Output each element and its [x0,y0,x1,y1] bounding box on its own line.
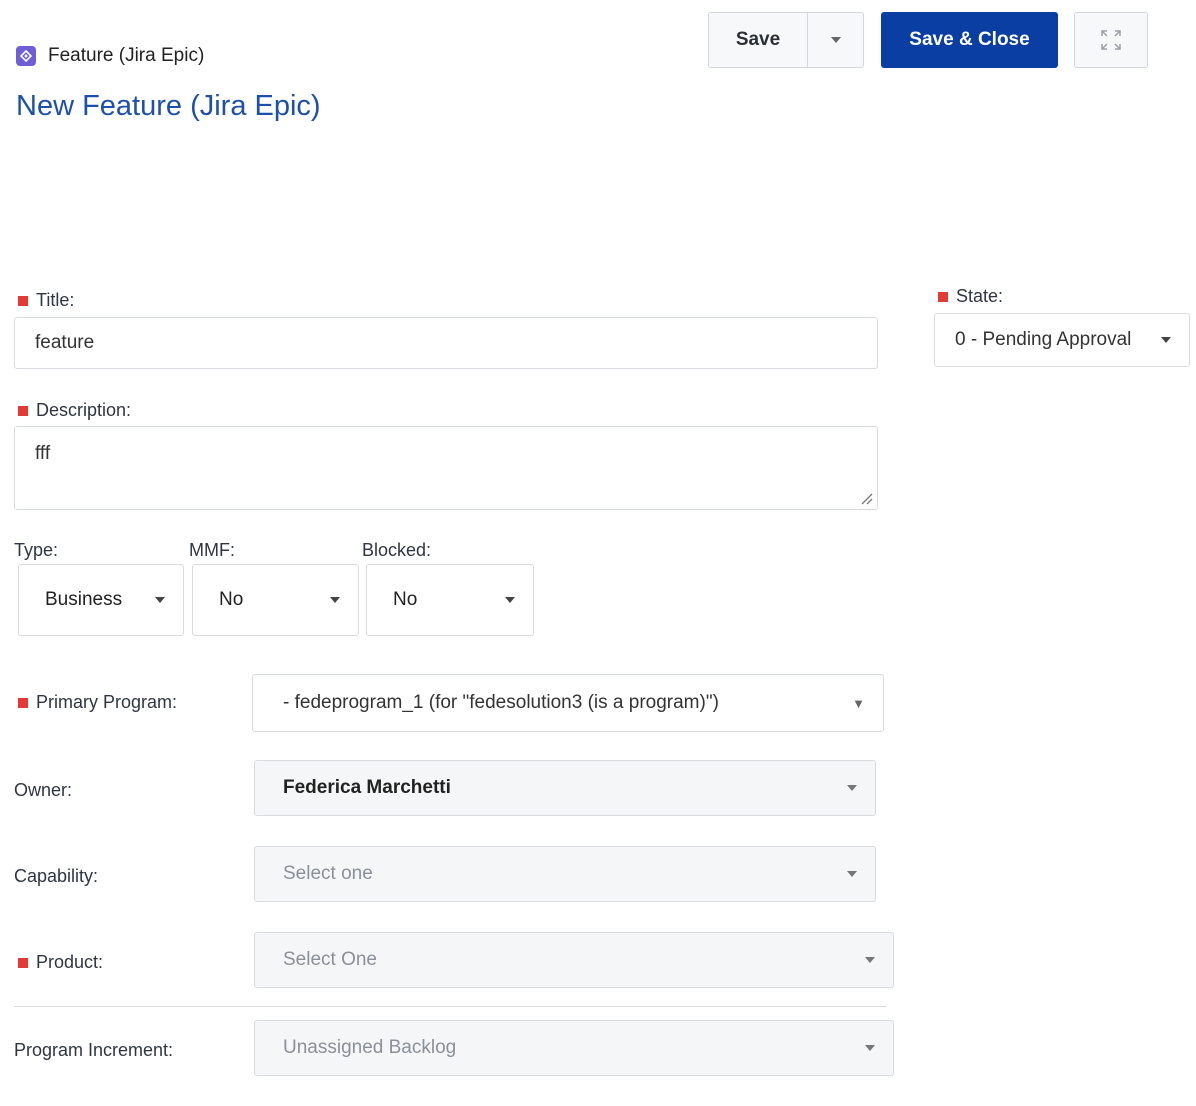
type-select[interactable]: Business [18,564,184,636]
chevron-down-icon [155,597,165,603]
capability-select[interactable]: Select one [254,846,876,902]
item-type-label: Feature (Jira Epic) [48,45,205,66]
capability-label: Capability: [14,866,99,886]
divider [14,1006,886,1007]
blocked-label: Blocked: [362,540,432,560]
required-indicator [18,405,28,416]
required-indicator [18,697,28,708]
expand-icon [1101,30,1121,50]
primary-program-label: Primary Program: [18,692,177,713]
resize-handle-icon[interactable] [859,491,873,505]
chevron-down-icon [1161,337,1171,343]
owner-label: Owner: [14,780,73,800]
chevron-down-icon [830,37,841,43]
chevron-down-icon [847,871,857,877]
chevron-down-icon [330,597,340,603]
jira-epic-icon [16,46,36,66]
chevron-down-icon [865,1045,875,1051]
expand-button[interactable] [1074,12,1148,68]
chevron-down-icon [847,785,857,791]
save-and-close-button[interactable]: Save & Close [881,12,1058,68]
page-title: New Feature (Jira Epic) [16,90,321,122]
description-label: Description: [18,400,131,421]
chevron-down-icon [865,957,875,963]
product-select[interactable]: Select One [254,932,894,988]
blocked-select[interactable]: No [366,564,534,636]
save-button[interactable]: Save [708,12,808,68]
title-input[interactable]: feature [14,317,878,369]
required-indicator [18,957,28,968]
required-indicator [18,295,28,306]
chevron-down-icon: ▼ [852,695,865,711]
mmf-select[interactable]: No [192,564,359,636]
chevron-down-icon [505,597,515,603]
primary-program-select[interactable]: - fedeprogram_1 (for "fedesolution3 (is … [252,674,884,732]
state-select[interactable]: 0 - Pending Approval [934,313,1190,367]
title-label: Title: [18,290,74,311]
required-indicator [938,291,948,302]
state-label: State: [938,286,1003,307]
program-increment-label: Program Increment: [14,1040,174,1060]
mmf-label: MMF: [189,540,235,560]
description-textarea[interactable]: fff [14,426,878,510]
save-options-button[interactable] [807,12,864,68]
owner-select[interactable]: Federica Marchetti [254,760,876,816]
product-label: Product: [18,952,103,973]
program-increment-select[interactable]: Unassigned Backlog [254,1020,894,1076]
type-label: Type: [14,540,59,560]
